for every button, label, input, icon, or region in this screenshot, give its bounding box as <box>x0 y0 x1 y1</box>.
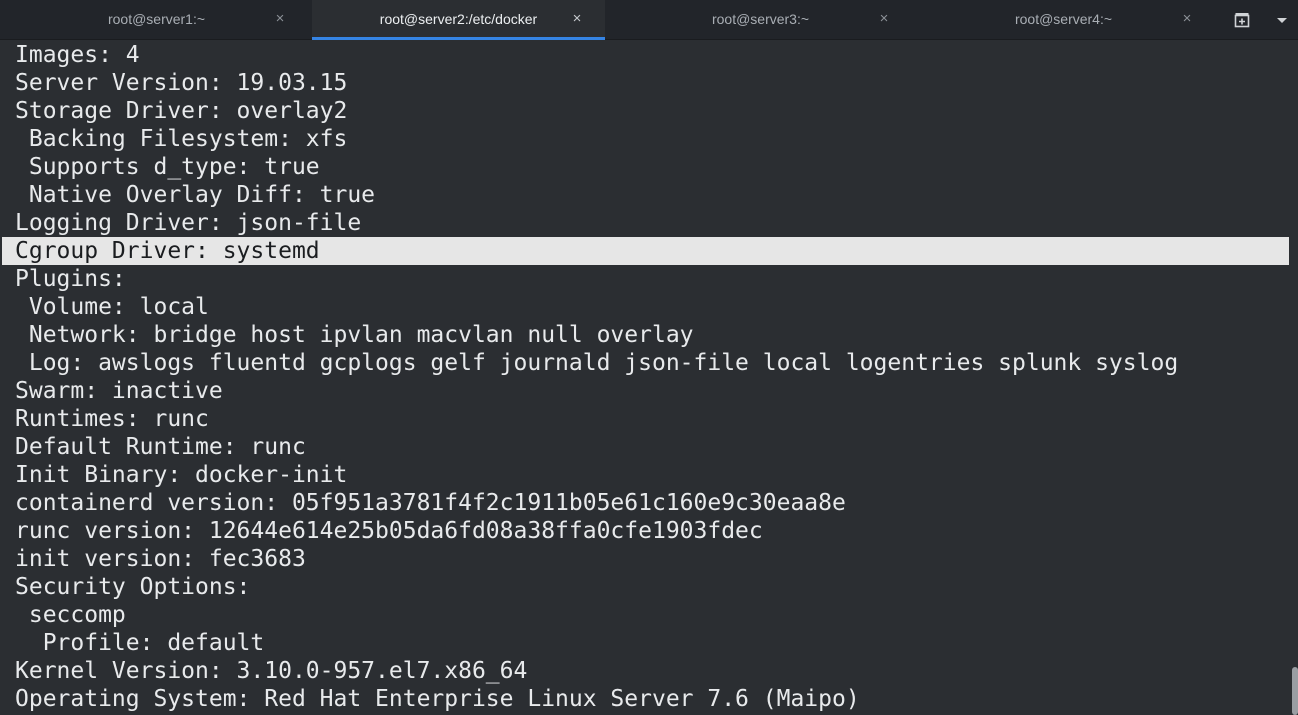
terminal-line: init version: fec3683 <box>15 546 306 572</box>
terminal-line: Network: bridge host ipvlan macvlan null… <box>15 322 694 348</box>
close-icon[interactable]: × <box>1179 10 1195 28</box>
terminal-line: Server Version: 19.03.15 <box>15 70 348 96</box>
terminal-line: Volume: local <box>15 294 209 320</box>
terminal-line: Log: awslogs fluentd gcplogs gelf journa… <box>15 350 1179 376</box>
terminal-line: Native Overlay Diff: true <box>15 182 376 208</box>
terminal-line: Backing Filesystem: xfs <box>15 126 348 152</box>
tab-label: root@server2:/etc/docker <box>379 11 538 27</box>
terminal-line: seccomp <box>15 602 126 628</box>
new-tab-icon <box>1234 13 1250 28</box>
new-tab-button[interactable] <box>1226 4 1258 36</box>
tab-server3[interactable]: root@server3:~ × <box>609 0 912 40</box>
terminal-line: Init Binary: docker-init <box>15 462 348 488</box>
terminal-output[interactable]: Images: 4 Server Version: 19.03.15 Storage… <box>0 41 1298 715</box>
terminal-line: Profile: default <box>15 630 265 656</box>
terminal-line: Operating System: Red Hat Enterprise Lin… <box>15 686 860 712</box>
terminal-line: Logging Driver: json-file <box>15 210 362 236</box>
terminal-line: Cgroup Driver: systemd <box>15 238 320 264</box>
tab-server1[interactable]: root@server1:~ × <box>5 0 308 40</box>
scrollbar[interactable] <box>1289 41 1298 715</box>
terminal-line: Runtimes: runc <box>15 406 209 432</box>
active-tab-indicator <box>312 37 605 40</box>
terminal-window: root@server1:~ × root@server2:/etc/docke… <box>0 0 1298 715</box>
tab-server2[interactable]: root@server2:/etc/docker × <box>312 0 605 40</box>
tab-bar: root@server1:~ × root@server2:/etc/docke… <box>0 0 1298 40</box>
terminal-line: Swarm: inactive <box>15 378 223 404</box>
terminal-line: Plugins: <box>15 266 126 292</box>
tab-label: root@server4:~ <box>1014 11 1113 27</box>
close-icon[interactable]: × <box>569 10 585 28</box>
terminal-line: Images: 4 <box>15 42 140 68</box>
scrollbar-thumb[interactable] <box>1292 667 1298 715</box>
terminal-line: Storage Driver: overlay2 <box>15 98 348 124</box>
terminal-line: Default Runtime: runc <box>15 434 306 460</box>
tab-server4[interactable]: root@server4:~ × <box>912 0 1215 40</box>
close-icon[interactable]: × <box>876 10 892 28</box>
tab-label: root@server3:~ <box>711 11 810 27</box>
close-icon[interactable]: × <box>272 10 288 28</box>
tab-label: root@server1:~ <box>107 11 206 27</box>
terminal-line: Kernel Version: 3.10.0-957.el7.x86_64 <box>15 658 528 684</box>
terminal-line: containerd version: 05f951a3781f4f2c1911… <box>15 490 846 516</box>
terminal-line: Supports d_type: true <box>15 154 320 180</box>
menu-button[interactable] <box>1266 4 1298 36</box>
chevron-down-icon <box>1277 18 1287 23</box>
terminal-line: Security Options: <box>15 574 251 600</box>
terminal-line: runc version: 12644e614e25b05da6fd08a38f… <box>15 518 763 544</box>
